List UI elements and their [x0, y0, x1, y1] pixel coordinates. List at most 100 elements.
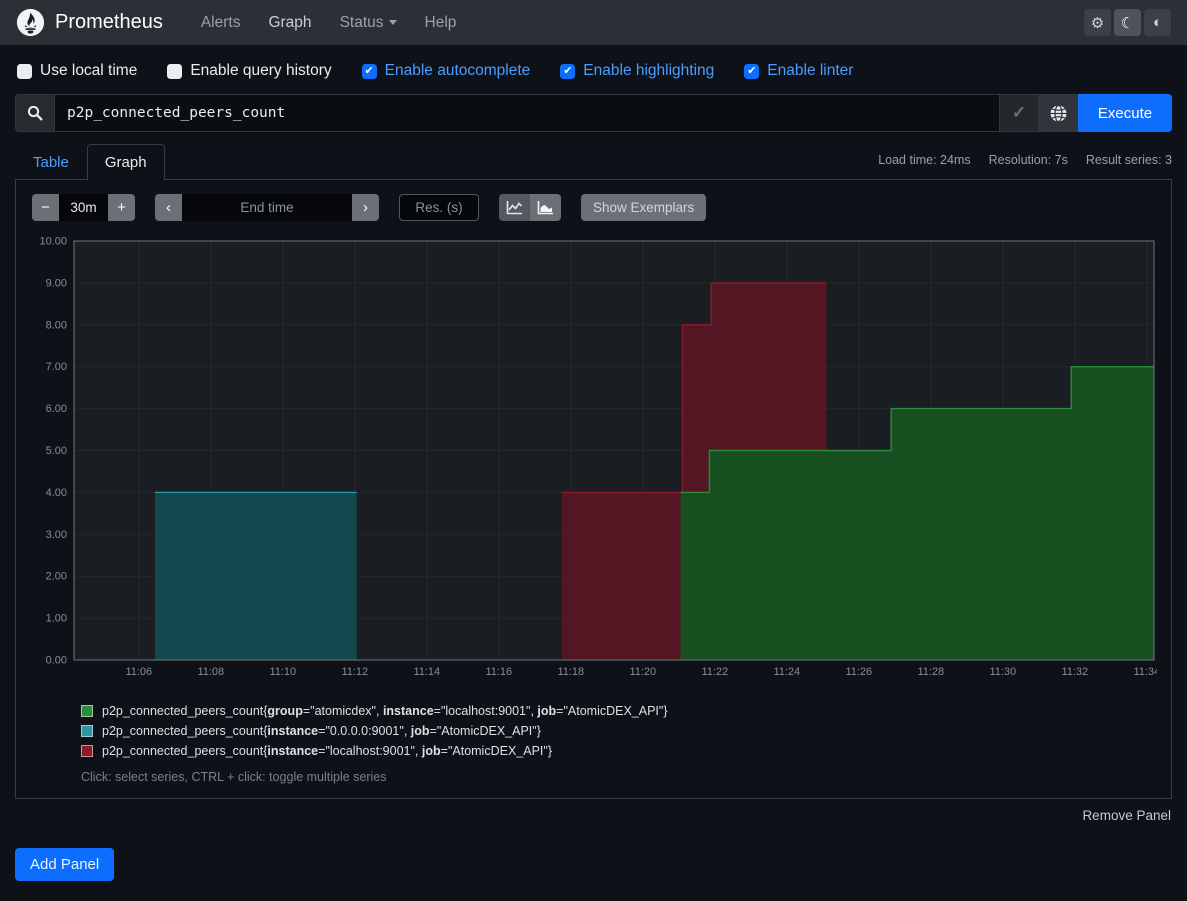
end-time-input[interactable] — [182, 194, 352, 221]
format-query-button[interactable]: ✓ — [1000, 94, 1039, 132]
svg-text:11:06: 11:06 — [125, 666, 152, 678]
svg-text:0.00: 0.00 — [46, 655, 67, 667]
graph-panel: − + ‹ › — [15, 180, 1172, 799]
svg-text:2.00: 2.00 — [46, 571, 67, 583]
range-decrease-button[interactable]: − — [32, 194, 59, 221]
checkbox-unchecked-icon[interactable]: ✔ — [167, 64, 182, 79]
svg-text:11:10: 11:10 — [269, 666, 296, 678]
resolution-input[interactable] — [399, 194, 479, 221]
nav-item-alerts[interactable]: Alerts — [189, 6, 253, 40]
tab-table[interactable]: Table — [15, 144, 87, 180]
chart-area[interactable]: 0.001.002.003.004.005.006.007.008.009.00… — [32, 233, 1155, 690]
prometheus-logo-icon — [16, 8, 45, 37]
checkbox-checked-icon[interactable]: ✔ — [560, 64, 575, 79]
auto-theme-contrast-icon[interactable]: ◐ — [1144, 9, 1171, 36]
tab-row: Table Graph Load time: 24ms Resolution: … — [15, 144, 1172, 180]
search-prefix — [15, 94, 54, 132]
option-label: Enable query history — [190, 62, 331, 80]
stacked-chart-icon — [537, 200, 554, 215]
search-icon — [27, 105, 43, 121]
svg-text:1.00: 1.00 — [46, 613, 67, 625]
settings-gear-icon[interactable]: ⚙ — [1084, 9, 1111, 36]
query-bar: ✓ Execute — [15, 94, 1172, 132]
series-label: p2p_connected_peers_count{instance="0.0.… — [102, 724, 541, 738]
show-exemplars-button[interactable]: Show Exemplars — [581, 194, 706, 221]
option-enable-linter[interactable]: ✔ Enable linter — [744, 62, 853, 80]
nav-item-help[interactable]: Help — [413, 6, 469, 40]
svg-text:11:08: 11:08 — [197, 666, 224, 678]
chart-type-toggle — [499, 194, 561, 221]
remove-panel-link[interactable]: Remove Panel — [1082, 808, 1171, 823]
svg-text:6.00: 6.00 — [46, 403, 67, 415]
option-use-local-time[interactable]: ✔ Use local time — [17, 62, 137, 80]
end-time-control: ‹ › — [155, 194, 379, 221]
range-increase-button[interactable]: + — [108, 194, 135, 221]
time-series-chart[interactable]: 0.001.002.003.004.005.006.007.008.009.00… — [32, 233, 1157, 685]
series-color-swatch — [81, 745, 93, 757]
globe-icon — [1049, 104, 1068, 123]
graph-controls: − + ‹ › — [32, 194, 1155, 221]
metrics-explorer-button[interactable] — [1039, 94, 1078, 132]
option-label: Enable highlighting — [583, 62, 714, 80]
nav-links: AlertsGraphStatusHelp — [189, 6, 469, 40]
theme-buttons: ⚙☾◐ — [1084, 9, 1171, 36]
svg-text:11:34: 11:34 — [1133, 666, 1157, 678]
nav-item-graph[interactable]: Graph — [256, 6, 323, 40]
chevron-down-icon — [389, 20, 397, 25]
line-chart-icon — [506, 200, 523, 215]
dark-theme-moon-icon[interactable]: ☾ — [1114, 9, 1141, 36]
prometheus-brand[interactable]: Prometheus — [16, 8, 163, 37]
series-area[interactable] — [155, 492, 357, 660]
brand-title: Prometheus — [55, 11, 163, 34]
checkbox-checked-icon[interactable]: ✔ — [744, 64, 759, 79]
svg-text:11:28: 11:28 — [917, 666, 944, 678]
query-stats: Load time: 24ms Resolution: 7s Result se… — [878, 153, 1172, 179]
range-control: − + — [32, 194, 135, 221]
checkbox-checked-icon[interactable]: ✔ — [362, 64, 377, 79]
svg-text:3.00: 3.00 — [46, 529, 67, 541]
svg-text:11:22: 11:22 — [701, 666, 728, 678]
option-label: Enable linter — [767, 62, 853, 80]
legend-item[interactable]: p2p_connected_peers_count{group="atomicd… — [81, 704, 1155, 718]
series-color-swatch — [81, 705, 93, 717]
svg-text:9.00: 9.00 — [46, 277, 67, 289]
series-color-swatch — [81, 725, 93, 737]
svg-text:11:12: 11:12 — [341, 666, 368, 678]
option-enable-highlighting[interactable]: ✔ Enable highlighting — [560, 62, 714, 80]
legend-help-text: Click: select series, CTRL + click: togg… — [81, 770, 1155, 784]
query-input[interactable] — [54, 94, 1000, 132]
navbar: Prometheus AlertsGraphStatusHelp ⚙☾◐ — [0, 0, 1187, 45]
option-enable-autocomplete[interactable]: ✔Enable autocomplete — [362, 62, 531, 80]
result-series: Result series: 3 — [1086, 153, 1172, 167]
add-panel-button[interactable]: Add Panel — [15, 848, 114, 881]
execute-button[interactable]: Execute — [1078, 94, 1172, 132]
check-icon: ✔ — [563, 66, 572, 77]
time-back-button[interactable]: ‹ — [155, 194, 182, 221]
svg-text:11:26: 11:26 — [845, 666, 872, 678]
time-forward-button[interactable]: › — [352, 194, 379, 221]
svg-text:11:20: 11:20 — [629, 666, 656, 678]
svg-text:7.00: 7.00 — [46, 361, 67, 373]
check-icon: ✔ — [365, 66, 374, 77]
legend-item[interactable]: p2p_connected_peers_count{instance="0.0.… — [81, 724, 1155, 738]
stacked-chart-button[interactable] — [530, 194, 561, 221]
line-chart-button[interactable] — [499, 194, 530, 221]
nav-item-status[interactable]: Status — [328, 6, 409, 40]
option-label: Use local time — [40, 62, 137, 80]
svg-text:11:14: 11:14 — [413, 666, 440, 678]
svg-text:5.00: 5.00 — [46, 445, 67, 457]
svg-text:11:16: 11:16 — [485, 666, 512, 678]
resolution: Resolution: 7s — [989, 153, 1068, 167]
range-input[interactable] — [59, 194, 108, 221]
tab-graph[interactable]: Graph — [87, 144, 165, 180]
svg-text:11:30: 11:30 — [989, 666, 1016, 678]
options-row: ✔Use local time✔Enable query history✔Ena… — [15, 45, 1172, 94]
chart-legend: p2p_connected_peers_count{group="atomicd… — [81, 704, 1155, 758]
legend-item[interactable]: p2p_connected_peers_count{instance="loca… — [81, 744, 1155, 758]
svg-text:11:24: 11:24 — [773, 666, 800, 678]
check-icon: ✔ — [747, 66, 756, 77]
svg-text:11:32: 11:32 — [1061, 666, 1088, 678]
checkbox-unchecked-icon[interactable]: ✔ — [17, 64, 32, 79]
option-enable-query-history[interactable]: ✔ Enable query history — [167, 62, 331, 80]
series-label: p2p_connected_peers_count{group="atomicd… — [102, 704, 668, 718]
